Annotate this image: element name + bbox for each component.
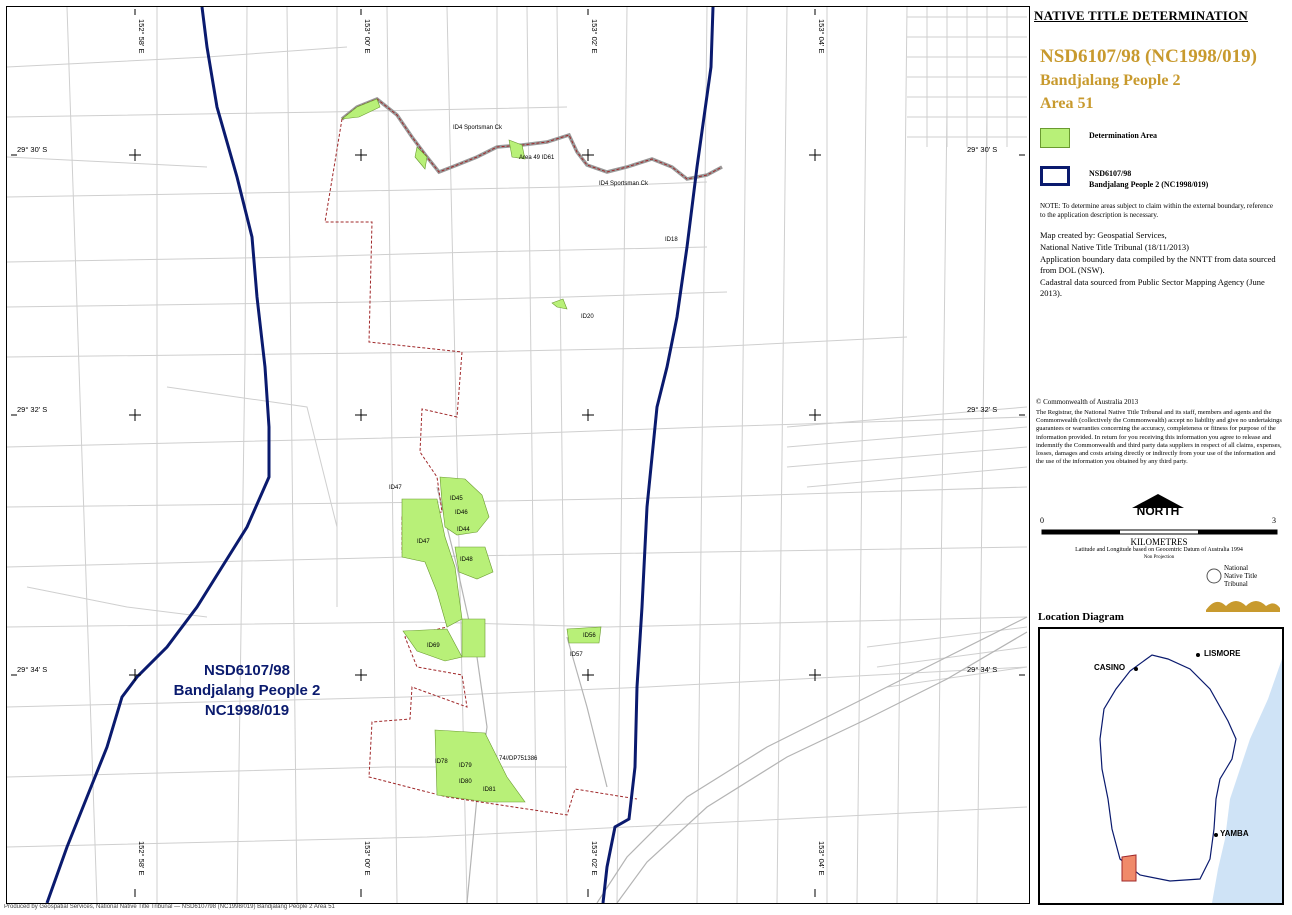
ocean xyxy=(1212,659,1282,903)
claim-label: NSD6107/98 Bandjalang People 2 NC1998/01… xyxy=(174,662,321,719)
parcel-label: ID81 xyxy=(483,787,496,793)
lon-label-2: 153° 00' E xyxy=(363,19,372,53)
area-boundary xyxy=(324,118,638,816)
parcel-label: ID48 xyxy=(460,557,473,563)
svg-text:Bandjalang People 2: Bandjalang People 2 xyxy=(174,682,321,699)
disclaimer: The Registrar, the National Native Title… xyxy=(1036,409,1282,466)
svg-text:NSD6107/98: NSD6107/98 xyxy=(204,662,290,679)
parcel-label: ID20 xyxy=(581,314,594,320)
credit-line-1: Map created by: Geospatial Services, xyxy=(1040,230,1167,240)
parcel-label: ID44 xyxy=(457,527,470,533)
parcel-label: ID4 Sportsman Ck xyxy=(453,125,503,131)
location-diagram[interactable]: CASINO LISMORE YAMBA xyxy=(1038,627,1284,905)
parcel-label: ID80 xyxy=(459,779,472,785)
credit-line-3: Application boundary data compiled by th… xyxy=(1040,254,1276,275)
parcel-label: ID47 xyxy=(417,539,430,545)
location-title: Location Diagram xyxy=(1038,611,1124,623)
credit-line-4: Cadastral data sourced from Public Secto… xyxy=(1040,277,1265,298)
claim-boundary-east[interactable] xyxy=(601,7,715,903)
parcel-label: Area 49 ID61 xyxy=(519,155,555,161)
river-lines xyxy=(436,486,1028,903)
parcel-label: ID56 xyxy=(583,633,596,639)
parcel-label: ID57 xyxy=(570,652,583,658)
parcel-id48 xyxy=(454,546,494,580)
town-casino: CASINO xyxy=(1094,663,1126,672)
area-name: Area 51 xyxy=(1040,95,1094,112)
parcel-id20 xyxy=(551,298,568,310)
lon-label-1-bottom: 152° 58' E xyxy=(137,841,146,875)
parcel-labels: ID4 Sportsman Ck Area 49 ID61 ID4 Sports… xyxy=(389,125,678,793)
lat-label-3: 29° 34' S xyxy=(17,665,47,674)
projection-text: Non Projection xyxy=(1143,555,1175,560)
map-frame[interactable]: 29° 30' S 29° 30' S 29° 32' S 29° 32' S … xyxy=(6,6,1030,904)
legend-claim-label: NSD6107/98 Bandjalang People 2 (NC1998/0… xyxy=(1089,169,1209,189)
datum-text: Latitude and Longitude based on Geocentr… xyxy=(1075,547,1243,553)
parcel-label: ID18 xyxy=(665,237,678,243)
location-map xyxy=(1099,653,1282,903)
copyright: © Commonwealth of Australia 2013 xyxy=(1036,398,1139,406)
tribunal-name: National Native Title Tribunal xyxy=(1224,564,1258,588)
parcel-id69-east xyxy=(461,618,486,658)
lat-label-1: 29° 30' S xyxy=(17,145,47,154)
lat-label-1-right: 29° 30' S xyxy=(967,145,997,154)
parcel-id4-west xyxy=(340,98,381,120)
lat-label-2-right: 29° 32' S xyxy=(967,405,997,414)
svg-text:NC1998/019: NC1998/019 xyxy=(205,702,289,719)
panel-title: NATIVE TITLE DETERMINATION xyxy=(1034,8,1248,23)
lon-label-2-bottom: 153° 00' E xyxy=(363,841,372,875)
determination-heading: NSD6107/98 (NC1998/019) xyxy=(1040,46,1257,67)
lon-label-4: 153° 04' E xyxy=(817,19,826,53)
claim-outline xyxy=(1099,654,1237,882)
legend-panel: NATIVE TITLE DETERMINATION NSD6107/98 (N… xyxy=(1032,6,1286,905)
town-lismore: LISMORE xyxy=(1204,649,1241,658)
parcel-id78-81 xyxy=(434,729,526,803)
parcel-label: ID69 xyxy=(427,643,440,649)
area-highlight xyxy=(1121,854,1137,882)
footer-path: Produced by Geospatial Services, Nationa… xyxy=(4,904,335,910)
legend-determination-swatch xyxy=(1040,128,1070,148)
credit-line-2: National Native Title Tribunal (18/11/20… xyxy=(1040,242,1189,252)
graticule-marks xyxy=(11,9,1025,897)
town-lots xyxy=(786,7,1028,688)
lat-label-3-right: 29° 34' S xyxy=(967,665,997,674)
parcel-label: ID79 xyxy=(459,763,472,769)
note-text: NOTE: To determine areas subject to clai… xyxy=(1040,202,1273,219)
parcel-label: ID45 xyxy=(450,496,463,502)
parcel-label: ID47 xyxy=(389,485,402,491)
claim-boundary-west[interactable] xyxy=(45,7,271,903)
lon-label-3: 153° 02' E xyxy=(590,19,599,53)
north-label: NORTH xyxy=(1136,504,1180,518)
cadastre-lines xyxy=(7,7,1028,903)
scale-min: 0 xyxy=(1040,516,1044,525)
town-yamba: YAMBA xyxy=(1220,829,1249,838)
legend-determination-label: Determination Area xyxy=(1089,131,1158,140)
scale-unit: KILOMETRES xyxy=(1130,537,1188,547)
scale-max: 3 xyxy=(1272,516,1276,525)
lon-label-1: 152° 58' E xyxy=(137,19,146,53)
lon-label-3-bottom: 153° 02' E xyxy=(590,841,599,875)
lat-label-2: 29° 32' S xyxy=(17,405,47,414)
claim-name: Bandjalang People 2 xyxy=(1040,72,1181,89)
parcel-label: ID4 Sportsman Ck xyxy=(599,181,649,187)
cadastral-map[interactable]: 29° 30' S 29° 30' S 29° 32' S 29° 32' S … xyxy=(7,7,1029,903)
lon-label-4-bottom: 153° 04' E xyxy=(817,841,826,875)
legend-claim-swatch xyxy=(1040,166,1070,186)
parcel-label: 74//DP751386 xyxy=(499,756,538,762)
parcel-label: ID78 xyxy=(435,759,448,765)
parcel-label: ID46 xyxy=(455,510,468,516)
